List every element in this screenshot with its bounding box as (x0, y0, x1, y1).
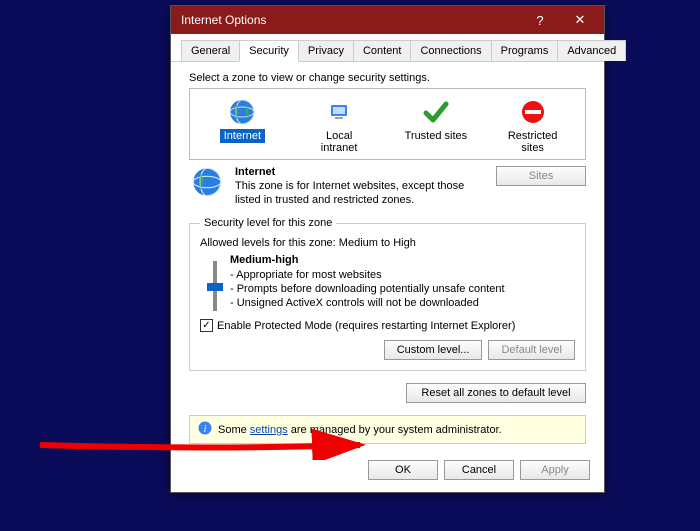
globe-icon (228, 97, 256, 127)
tab-content-area: Select a zone to view or change security… (171, 62, 604, 452)
zone-prompt: Select a zone to view or change security… (189, 72, 586, 84)
ok-button[interactable]: OK (368, 460, 438, 480)
no-entry-icon (519, 97, 547, 127)
zone-desc-body: This zone is for Internet websites, exce… (235, 180, 464, 206)
tab-advanced[interactable]: Advanced (557, 40, 626, 61)
zone-label: Internet (220, 129, 265, 143)
zone-label: Local intranet (303, 129, 375, 155)
allowed-levels: Allowed levels for this zone: Medium to … (200, 237, 575, 249)
globe-icon (189, 166, 225, 207)
zone-description: Internet This zone is for Internet websi… (189, 166, 586, 207)
zone-label: Trusted sites (401, 129, 472, 143)
level-description: Medium-high - Appropriate for most websi… (230, 253, 575, 311)
zone-trusted-sites[interactable]: Trusted sites (400, 97, 472, 155)
dialog-title: Internet Options (181, 13, 520, 27)
admin-info-bar: i Some settings are managed by your syst… (189, 415, 586, 444)
tab-security[interactable]: Security (239, 40, 299, 62)
zone-desc-title: Internet (235, 166, 275, 178)
zone-label: Restricted sites (497, 129, 569, 155)
tab-content[interactable]: Content (353, 40, 412, 61)
check-icon (422, 97, 450, 127)
tab-general[interactable]: General (181, 40, 240, 61)
custom-level-button[interactable]: Custom level... (384, 340, 483, 360)
security-slider[interactable] (200, 253, 230, 311)
apply-button[interactable]: Apply (520, 460, 590, 480)
zone-list: Internet Local intranet Trusted sites Re… (189, 88, 586, 160)
zone-internet[interactable]: Internet (206, 97, 278, 155)
security-level-group: Security level for this zone Allowed lev… (189, 217, 586, 371)
titlebar[interactable]: Internet Options ? ✕ (171, 6, 604, 34)
settings-link[interactable]: settings (250, 424, 288, 436)
computer-icon (325, 97, 353, 127)
info-icon: i (198, 421, 212, 438)
close-button[interactable]: ✕ (560, 6, 600, 34)
level-name: Medium-high (230, 254, 298, 266)
default-level-button[interactable]: Default level (488, 340, 575, 360)
dialog-footer: OK Cancel Apply (171, 452, 604, 492)
tab-strip: General Security Privacy Content Connect… (171, 34, 604, 62)
tab-connections[interactable]: Connections (410, 40, 491, 61)
internet-options-dialog: Internet Options ? ✕ General Security Pr… (170, 5, 605, 493)
security-level-legend: Security level for this zone (200, 217, 336, 229)
zone-restricted-sites[interactable]: Restricted sites (497, 97, 569, 155)
cancel-button[interactable]: Cancel (444, 460, 514, 480)
tab-programs[interactable]: Programs (491, 40, 559, 61)
sites-button[interactable]: Sites (496, 166, 586, 186)
help-button[interactable]: ? (520, 6, 560, 34)
protected-mode-row[interactable]: ✓ Enable Protected Mode (requires restar… (200, 319, 575, 332)
svg-text:i: i (204, 424, 207, 435)
protected-mode-checkbox[interactable]: ✓ (200, 319, 213, 332)
zone-local-intranet[interactable]: Local intranet (303, 97, 375, 155)
protected-mode-label: Enable Protected Mode (requires restarti… (217, 320, 515, 332)
reset-zones-button[interactable]: Reset all zones to default level (406, 383, 586, 403)
tab-privacy[interactable]: Privacy (298, 40, 354, 61)
